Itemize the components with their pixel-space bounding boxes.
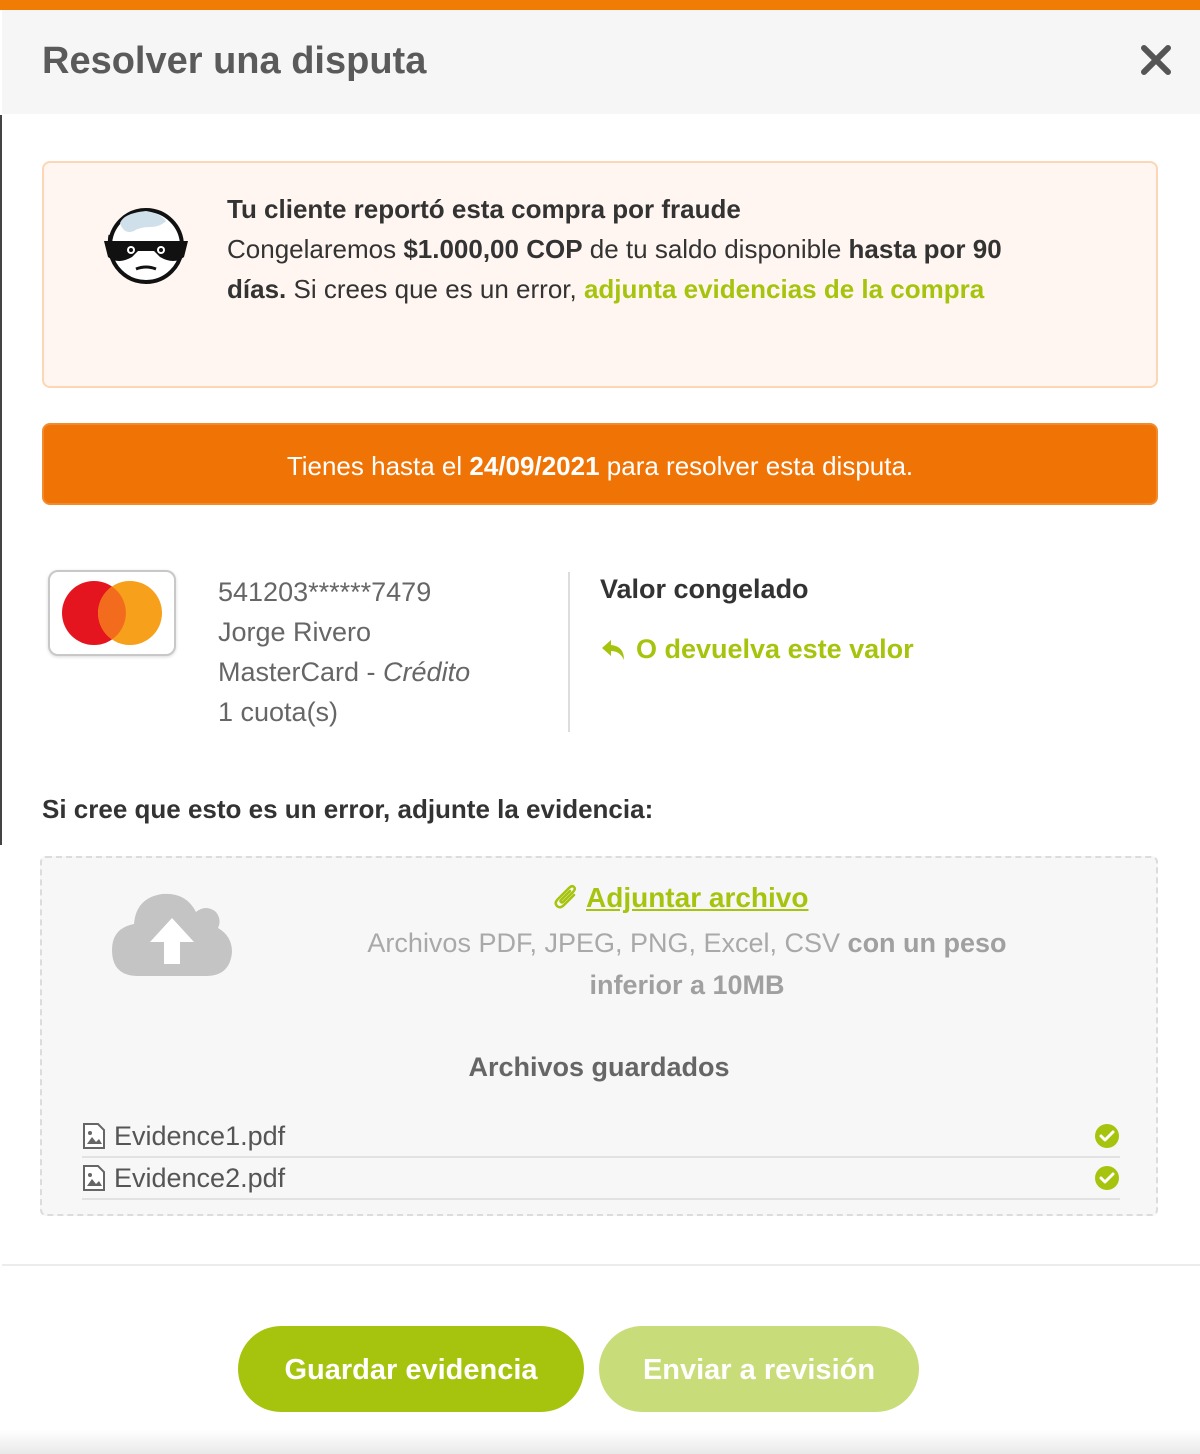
file-dropzone[interactable]: Adjuntar archivo Archivos PDF, JPEG, PNG…: [40, 856, 1158, 1216]
file-name: Evidence1.pdf: [114, 1120, 286, 1151]
save-evidence-button[interactable]: Guardar evidencia: [238, 1326, 584, 1412]
reply-arrow-icon: [602, 639, 624, 660]
alert-text-3: Si crees que es un error,: [286, 274, 584, 304]
modal-header: Resolver una disputa: [2, 10, 1200, 114]
card-installments: 1 cuota(s): [218, 697, 339, 727]
file-hint-formats: Archivos PDF, JPEG, PNG, Excel, CSV: [367, 928, 848, 958]
card-brand-type: MasterCard - Crédito: [218, 652, 470, 692]
alert-text-1: Congelaremos: [227, 234, 404, 264]
card-holder: Jorge Rivero: [218, 617, 372, 647]
mastercard-circles: [62, 581, 162, 645]
check-circle-icon: [1095, 1124, 1119, 1148]
alert-headline: Tu cliente reportó esta compra por fraud…: [227, 194, 741, 224]
attach-evidence-link[interactable]: adjunta evidencias de la compra: [584, 274, 984, 304]
saved-file-row[interactable]: Evidence2.pdf: [82, 1158, 1120, 1200]
modal-title: Resolver una disputa: [42, 40, 427, 82]
attach-file-label: Adjuntar archivo: [586, 882, 809, 913]
frozen-value-label: Valor congelado: [600, 574, 809, 604]
check-circle-icon: [1095, 1166, 1119, 1190]
refund-link-label: O devuelva este valor: [636, 634, 914, 664]
image-file-icon: [83, 1123, 105, 1149]
card-brand: MasterCard: [218, 657, 360, 687]
saved-files-title: Archivos guardados: [468, 1052, 730, 1082]
deadline-banner: Tienes hasta el 24/09/2021 para resolver…: [42, 423, 1158, 505]
vertical-divider: [568, 572, 570, 732]
paperclip-icon: [554, 884, 577, 909]
file-name: Evidence2.pdf: [114, 1162, 286, 1193]
dispute-modal: Resolver una disputa Tu cliente reportó …: [2, 10, 1200, 1454]
bottom-edge: [0, 1430, 1200, 1454]
cloud-upload-icon: [112, 893, 232, 976]
close-icon[interactable]: [1138, 42, 1174, 78]
attach-file-link[interactable]: Adjuntar archivo: [552, 882, 808, 914]
mastercard-logo: [48, 570, 176, 656]
alert-text-2: de tu saldo disponible: [582, 234, 849, 264]
thief-icon: [104, 208, 188, 284]
card-number: 541203******7479: [218, 577, 432, 607]
fraud-alert: Tu cliente reportó esta compra por fraud…: [42, 161, 1158, 388]
card-details: 541203******7479 Jorge Rivero MasterCard…: [218, 572, 470, 732]
deadline-suffix: para resolver esta disputa.: [599, 451, 914, 481]
card-type: Crédito: [383, 657, 471, 687]
footer-divider: [2, 1264, 1200, 1266]
send-to-review-button[interactable]: Enviar a revisión: [599, 1326, 919, 1412]
image-file-icon: [83, 1165, 105, 1191]
saved-file-row[interactable]: Evidence1.pdf: [82, 1116, 1120, 1158]
evidence-heading: Si cree que esto es un error, adjunte la…: [42, 794, 654, 824]
deadline-date: 24/09/2021: [469, 451, 600, 481]
alert-message: Tu cliente reportó esta compra por fraud…: [227, 189, 1057, 309]
top-accent-bar: [0, 0, 1200, 10]
frozen-amount: $1.000,00 COP: [403, 234, 583, 264]
deadline-prefix: Tienes hasta el: [286, 451, 470, 481]
card-separator: -: [359, 657, 384, 687]
refund-value-link[interactable]: O devuelva este valor: [600, 634, 914, 665]
file-hint: Archivos PDF, JPEG, PNG, Excel, CSV con …: [322, 922, 1052, 1006]
